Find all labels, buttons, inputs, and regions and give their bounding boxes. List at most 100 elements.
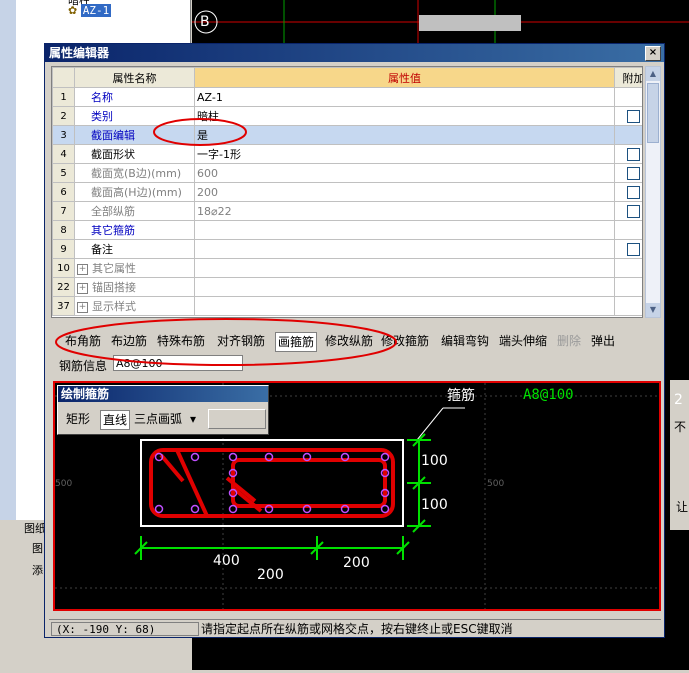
extra-checkbox[interactable] [627, 185, 640, 199]
property-extra-cell [614, 125, 642, 145]
property-name: 名称 [74, 87, 195, 107]
rebar-info-label: 钢筋信息 [59, 359, 108, 373]
grid-scrollbar[interactable]: ▲ ▼ [645, 66, 661, 318]
property-extra-cell [614, 182, 642, 202]
property-name-text: 显示样式 [92, 300, 136, 313]
header-extra[interactable]: 附加 [614, 67, 642, 88]
property-row[interactable]: 7 全部纵筋 18⌀22 [52, 201, 642, 221]
expand-icon[interactable]: + [77, 263, 88, 275]
property-row[interactable]: 37 + 显示样式 [52, 296, 642, 316]
toolbar-button-2[interactable]: 特殊布筋 [157, 332, 205, 350]
toolbar-button-9[interactable]: 删除 [557, 332, 581, 350]
dim-label-bottom-right: 200 [343, 555, 370, 571]
header-num [52, 67, 75, 88]
tree-node-az1[interactable]: ✿ AZ-1 [68, 4, 112, 17]
property-name-text: 全部纵筋 [91, 205, 135, 218]
property-value[interactable] [194, 220, 615, 240]
toolbar-button-3[interactable]: 对齐钢筋 [217, 332, 265, 350]
toolbar-button-10[interactable]: 弹出 [591, 332, 615, 350]
arc-mode-dropdown[interactable] [208, 409, 266, 429]
property-value[interactable] [194, 296, 615, 316]
property-row[interactable]: 8 其它箍筋 [52, 220, 642, 240]
property-value[interactable]: 暗柱 [194, 106, 615, 126]
axis-label-b: B [200, 14, 210, 30]
dialog-title: 属性编辑器 [49, 46, 110, 60]
toolbar-button-8[interactable]: 端头伸缩 [499, 332, 547, 350]
scroll-down-icon[interactable]: ▼ [646, 303, 660, 317]
property-value[interactable]: 18⌀22 [194, 201, 615, 221]
right-panel-label2[interactable]: 让 [676, 498, 688, 515]
scroll-up-icon[interactable]: ▲ [646, 67, 660, 81]
rebar-toolbar: 布角筋 布边筋 特殊布筋 对齐钢筋 画箍筋 修改纵筋 修改箍筋 编辑弯钩 端头伸缩 删除 弹出 [51, 330, 655, 352]
status-bar: (X: -190 Y: 68) 请指定起点所在纵筋或网格交点，按右键终止或ESC… [49, 619, 661, 637]
palette-button-0[interactable]: 矩形 [66, 410, 90, 428]
property-row[interactable]: 10 + 其它属性 [52, 258, 642, 278]
toolbar-button-7[interactable]: 编辑弯钩 [441, 332, 489, 350]
property-name: 截面编辑 [74, 125, 195, 145]
property-row[interactable]: 4 截面形状 一字-1形 [52, 144, 642, 164]
property-value[interactable]: 是 [194, 125, 615, 145]
palette-button-1[interactable]: 直线 [100, 410, 131, 430]
property-value[interactable] [194, 239, 615, 259]
tab-drawings[interactable]: 图纸 [24, 520, 46, 536]
toolbar-button-4[interactable]: 画箍筋 [275, 332, 318, 352]
expand-icon[interactable]: + [77, 301, 88, 313]
dialog-title-bar[interactable]: 属性编辑器 × [45, 44, 664, 62]
right-panel-label[interactable]: 不 [674, 418, 686, 435]
property-value[interactable]: 200 [194, 182, 615, 202]
row-number: 37 [52, 296, 75, 316]
property-name-text: 截面宽(B边)(mm) [91, 167, 182, 180]
tree-scrollbar[interactable] [0, 0, 16, 520]
property-value[interactable]: AZ-1 [194, 87, 615, 107]
header-value[interactable]: 属性值 [194, 67, 615, 88]
tab-drawing[interactable]: 图 [32, 540, 43, 556]
header-name[interactable]: 属性名称 [74, 67, 195, 88]
property-extra-cell [614, 220, 642, 240]
palette-button-2[interactable]: 三点画弧 [134, 410, 182, 428]
property-name-text: 其它箍筋 [91, 224, 135, 237]
palette-title-bar[interactable]: 绘制箍筋 [58, 386, 268, 402]
extra-checkbox[interactable] [627, 109, 640, 123]
property-row[interactable]: 9 备注 [52, 239, 642, 259]
scroll-thumb[interactable] [647, 83, 659, 143]
property-extra-cell [614, 163, 642, 183]
palette-title: 绘制箍筋 [61, 387, 110, 401]
property-value[interactable] [194, 258, 615, 278]
add-button[interactable]: 添 [32, 562, 43, 578]
property-name-text: 锚固搭接 [92, 281, 136, 294]
row-number: 1 [52, 87, 75, 107]
property-row[interactable]: 1 名称 AZ-1 [52, 87, 642, 107]
row-number: 4 [52, 144, 75, 164]
property-extra-cell [614, 296, 642, 316]
grid-label-left: 500 [55, 479, 73, 489]
property-extra-cell [614, 258, 642, 278]
close-button[interactable]: × [645, 46, 661, 61]
extra-checkbox[interactable] [627, 204, 640, 218]
toolbar-button-1[interactable]: 布边筋 [111, 332, 147, 350]
rebar-info-input[interactable]: A8@100 [113, 355, 243, 371]
extra-checkbox[interactable] [627, 166, 640, 180]
property-value[interactable] [194, 277, 615, 297]
property-row[interactable]: 22 + 锚固搭接 [52, 277, 642, 297]
row-number: 5 [52, 163, 75, 183]
property-row[interactable]: 5 截面宽(B边)(mm) 600 [52, 163, 642, 183]
property-row[interactable]: 6 截面高(H边)(mm) 200 [52, 182, 642, 202]
property-name: + 锚固搭接 [74, 277, 195, 297]
dim-label-bottom-mid: 200 [257, 567, 284, 583]
property-row[interactable]: 3 截面编辑 是 [52, 125, 642, 145]
toolbar-button-6[interactable]: 修改箍筋 [381, 332, 429, 350]
property-extra-cell [614, 106, 642, 126]
property-name-text: 备注 [91, 243, 113, 256]
extra-checkbox[interactable] [627, 147, 640, 161]
property-name: 全部纵筋 [74, 201, 195, 221]
toolbar-button-5[interactable]: 修改纵筋 [325, 332, 373, 350]
property-value[interactable]: 一字-1形 [194, 144, 615, 164]
property-grid: 属性名称 属性值 附加 1 名称 AZ-1 2 类别 暗柱 3 截面编辑 是 4 截面形状 一字-1形… [51, 66, 643, 318]
dropdown-arrow-icon[interactable]: ▾ [190, 410, 196, 428]
property-name: 截面形状 [74, 144, 195, 164]
extra-checkbox[interactable] [627, 242, 640, 256]
property-row[interactable]: 2 类别 暗柱 [52, 106, 642, 126]
expand-icon[interactable]: + [77, 282, 88, 294]
toolbar-button-0[interactable]: 布角筋 [65, 332, 101, 350]
property-value[interactable]: 600 [194, 163, 615, 183]
